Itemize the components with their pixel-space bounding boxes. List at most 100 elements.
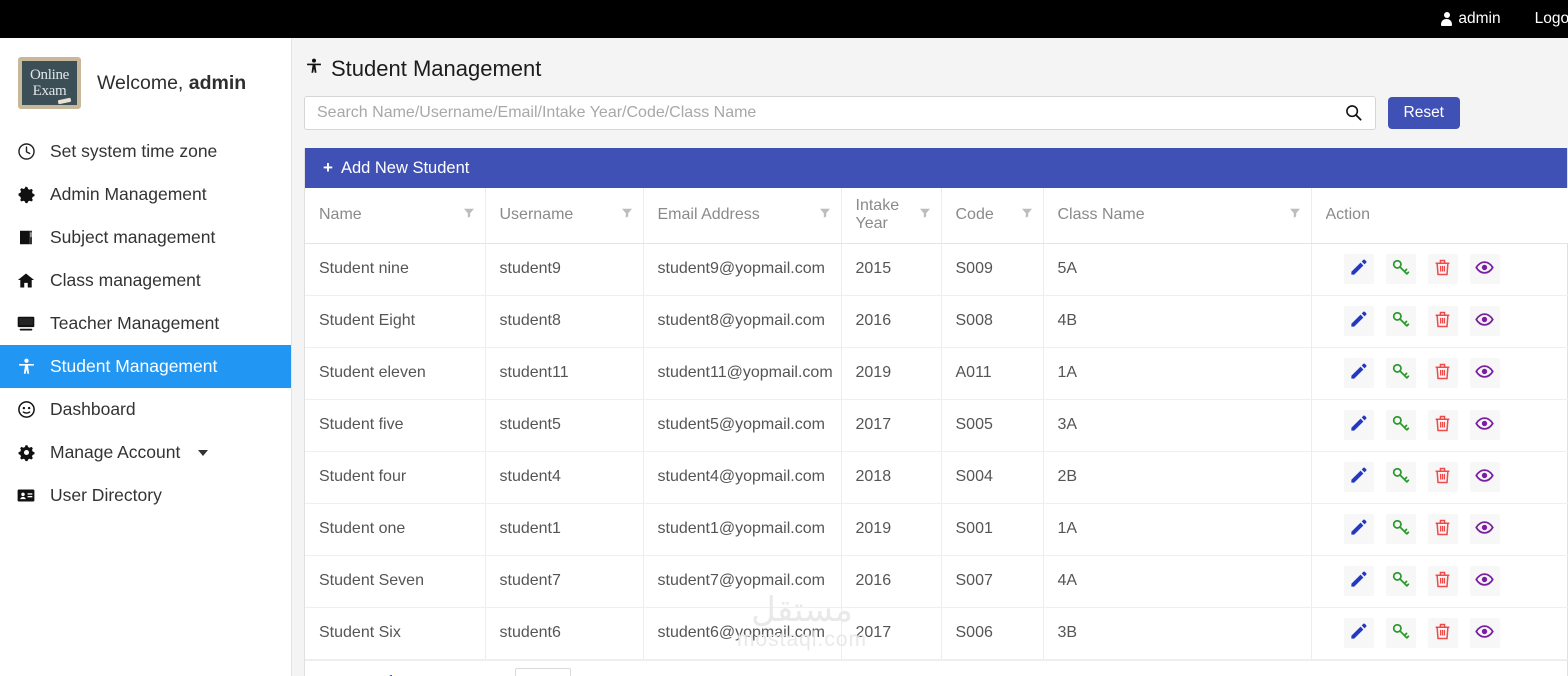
row-action-group bbox=[1326, 618, 1560, 648]
page-size-select[interactable]: 8 bbox=[515, 668, 571, 676]
edit-pencil-button[interactable] bbox=[1343, 462, 1374, 492]
main-content: Student Management Reset + Add New Stude… bbox=[292, 38, 1568, 676]
cell-intake_year: 2017 bbox=[841, 607, 942, 660]
filter-icon[interactable] bbox=[1021, 206, 1033, 224]
sidebar-item-label: Class management bbox=[50, 270, 201, 290]
filter-icon[interactable] bbox=[919, 206, 931, 224]
key-button[interactable] bbox=[1385, 566, 1416, 596]
edit-pencil-button[interactable] bbox=[1343, 410, 1374, 440]
delete-trash-button[interactable] bbox=[1427, 306, 1458, 336]
sidebar-item-student-management[interactable]: Student Management bbox=[0, 345, 291, 388]
students-grid: + Add New Student Name Username Email Ad… bbox=[304, 148, 1568, 676]
filter-icon[interactable] bbox=[621, 206, 633, 224]
key-button[interactable] bbox=[1385, 306, 1416, 336]
column-label: Username bbox=[499, 206, 574, 224]
reset-button[interactable]: Reset bbox=[1387, 97, 1460, 129]
delete-trash-button[interactable] bbox=[1427, 410, 1458, 440]
cell-username: student11 bbox=[485, 347, 644, 400]
sidebar-item-subject-management[interactable]: Subject management bbox=[0, 216, 291, 259]
pagination-last[interactable]: » bbox=[461, 668, 489, 676]
row-action-group bbox=[1326, 410, 1560, 440]
view-eye-icon bbox=[1475, 466, 1494, 488]
search-icon bbox=[1344, 103, 1363, 125]
column-label: Action bbox=[1325, 206, 1370, 224]
sidebar-item-manage-account[interactable]: Manage Account bbox=[0, 431, 291, 474]
cell-name: Student Eight bbox=[305, 295, 486, 348]
logo-line-2: Exam bbox=[32, 83, 67, 99]
view-eye-button[interactable] bbox=[1469, 410, 1500, 440]
edit-pencil-button[interactable] bbox=[1343, 254, 1374, 284]
edit-pencil-button[interactable] bbox=[1343, 514, 1374, 544]
page-title-label: Student Management bbox=[331, 56, 542, 81]
pagination-next[interactable]: › bbox=[433, 668, 461, 676]
edit-pencil-icon bbox=[1349, 414, 1368, 436]
edit-pencil-icon bbox=[1349, 622, 1368, 644]
view-eye-button[interactable] bbox=[1469, 306, 1500, 336]
logout-label: Logout bbox=[1534, 10, 1568, 27]
pagination-first[interactable]: « bbox=[321, 668, 349, 676]
sidebar-item-admin-management[interactable]: Admin Management bbox=[0, 173, 291, 216]
cell-code: A011 bbox=[941, 347, 1044, 400]
view-eye-button[interactable] bbox=[1469, 462, 1500, 492]
sidebar-item-set-system-time-zone[interactable]: Set system time zone bbox=[0, 130, 291, 173]
cell-email: student8@yopmail.com bbox=[643, 295, 842, 348]
view-eye-button[interactable] bbox=[1469, 254, 1500, 284]
table-row: Student eleven student11 student11@yopmail… bbox=[305, 347, 1568, 400]
pagination-page-2[interactable]: 2 bbox=[405, 668, 433, 676]
view-eye-button[interactable] bbox=[1469, 566, 1500, 596]
search-row: Reset bbox=[304, 96, 1568, 130]
sidebar-item-class-management[interactable]: Class management bbox=[0, 259, 291, 302]
search-button[interactable] bbox=[1337, 97, 1371, 131]
home-icon bbox=[16, 271, 36, 291]
add-new-student-button[interactable]: + Add New Student bbox=[305, 148, 1567, 188]
sidebar-item-dashboard[interactable]: Dashboard bbox=[0, 388, 291, 431]
key-button[interactable] bbox=[1385, 410, 1416, 440]
key-button[interactable] bbox=[1385, 462, 1416, 492]
key-icon bbox=[1391, 414, 1410, 436]
cell-intake_year: 2018 bbox=[841, 451, 942, 504]
edit-pencil-button[interactable] bbox=[1343, 566, 1374, 596]
pagination-page-1[interactable]: 1 bbox=[377, 668, 405, 676]
cell-username: student8 bbox=[485, 295, 644, 348]
welcome-username: admin bbox=[188, 71, 247, 94]
key-button[interactable] bbox=[1385, 254, 1416, 284]
delete-trash-button[interactable] bbox=[1427, 566, 1458, 596]
delete-trash-icon bbox=[1433, 258, 1452, 280]
view-eye-button[interactable] bbox=[1469, 514, 1500, 544]
view-eye-icon bbox=[1475, 622, 1494, 644]
row-action-group bbox=[1326, 566, 1560, 596]
view-eye-button[interactable] bbox=[1469, 618, 1500, 648]
filter-icon[interactable] bbox=[819, 206, 831, 224]
top-bar-user[interactable]: admin bbox=[1441, 10, 1501, 28]
delete-trash-icon bbox=[1433, 310, 1452, 332]
filter-icon[interactable] bbox=[463, 206, 475, 224]
logout-link[interactable]: Logout bbox=[1535, 10, 1568, 28]
column-header-code: Code bbox=[941, 188, 1044, 244]
key-button[interactable] bbox=[1385, 618, 1416, 648]
edit-pencil-button[interactable] bbox=[1343, 618, 1374, 648]
delete-trash-button[interactable] bbox=[1427, 618, 1458, 648]
delete-trash-icon bbox=[1433, 362, 1452, 384]
cell-action bbox=[1311, 503, 1568, 556]
cell-action bbox=[1311, 399, 1568, 452]
key-button[interactable] bbox=[1385, 514, 1416, 544]
cell-email: student11@yopmail.com bbox=[643, 347, 842, 400]
edit-pencil-icon bbox=[1349, 466, 1368, 488]
cell-name: Student one bbox=[305, 503, 486, 556]
filter-icon[interactable] bbox=[1289, 206, 1301, 224]
edit-pencil-button[interactable] bbox=[1343, 306, 1374, 336]
delete-trash-button[interactable] bbox=[1427, 254, 1458, 284]
sidebar-item-teacher-management[interactable]: Teacher Management bbox=[0, 302, 291, 345]
table-body: Student nine student9 student9@yopmail.com… bbox=[305, 243, 1568, 660]
delete-trash-button[interactable] bbox=[1427, 462, 1458, 492]
pagination-prev[interactable]: ‹ bbox=[349, 668, 377, 676]
delete-trash-button[interactable] bbox=[1427, 514, 1458, 544]
edit-pencil-button[interactable] bbox=[1343, 358, 1374, 388]
student-icon bbox=[306, 56, 322, 82]
key-button[interactable] bbox=[1385, 358, 1416, 388]
column-label: Code bbox=[955, 206, 994, 224]
view-eye-button[interactable] bbox=[1469, 358, 1500, 388]
sidebar-item-user-directory[interactable]: User Directory bbox=[0, 474, 291, 517]
delete-trash-button[interactable] bbox=[1427, 358, 1458, 388]
search-input[interactable] bbox=[305, 97, 1375, 129]
